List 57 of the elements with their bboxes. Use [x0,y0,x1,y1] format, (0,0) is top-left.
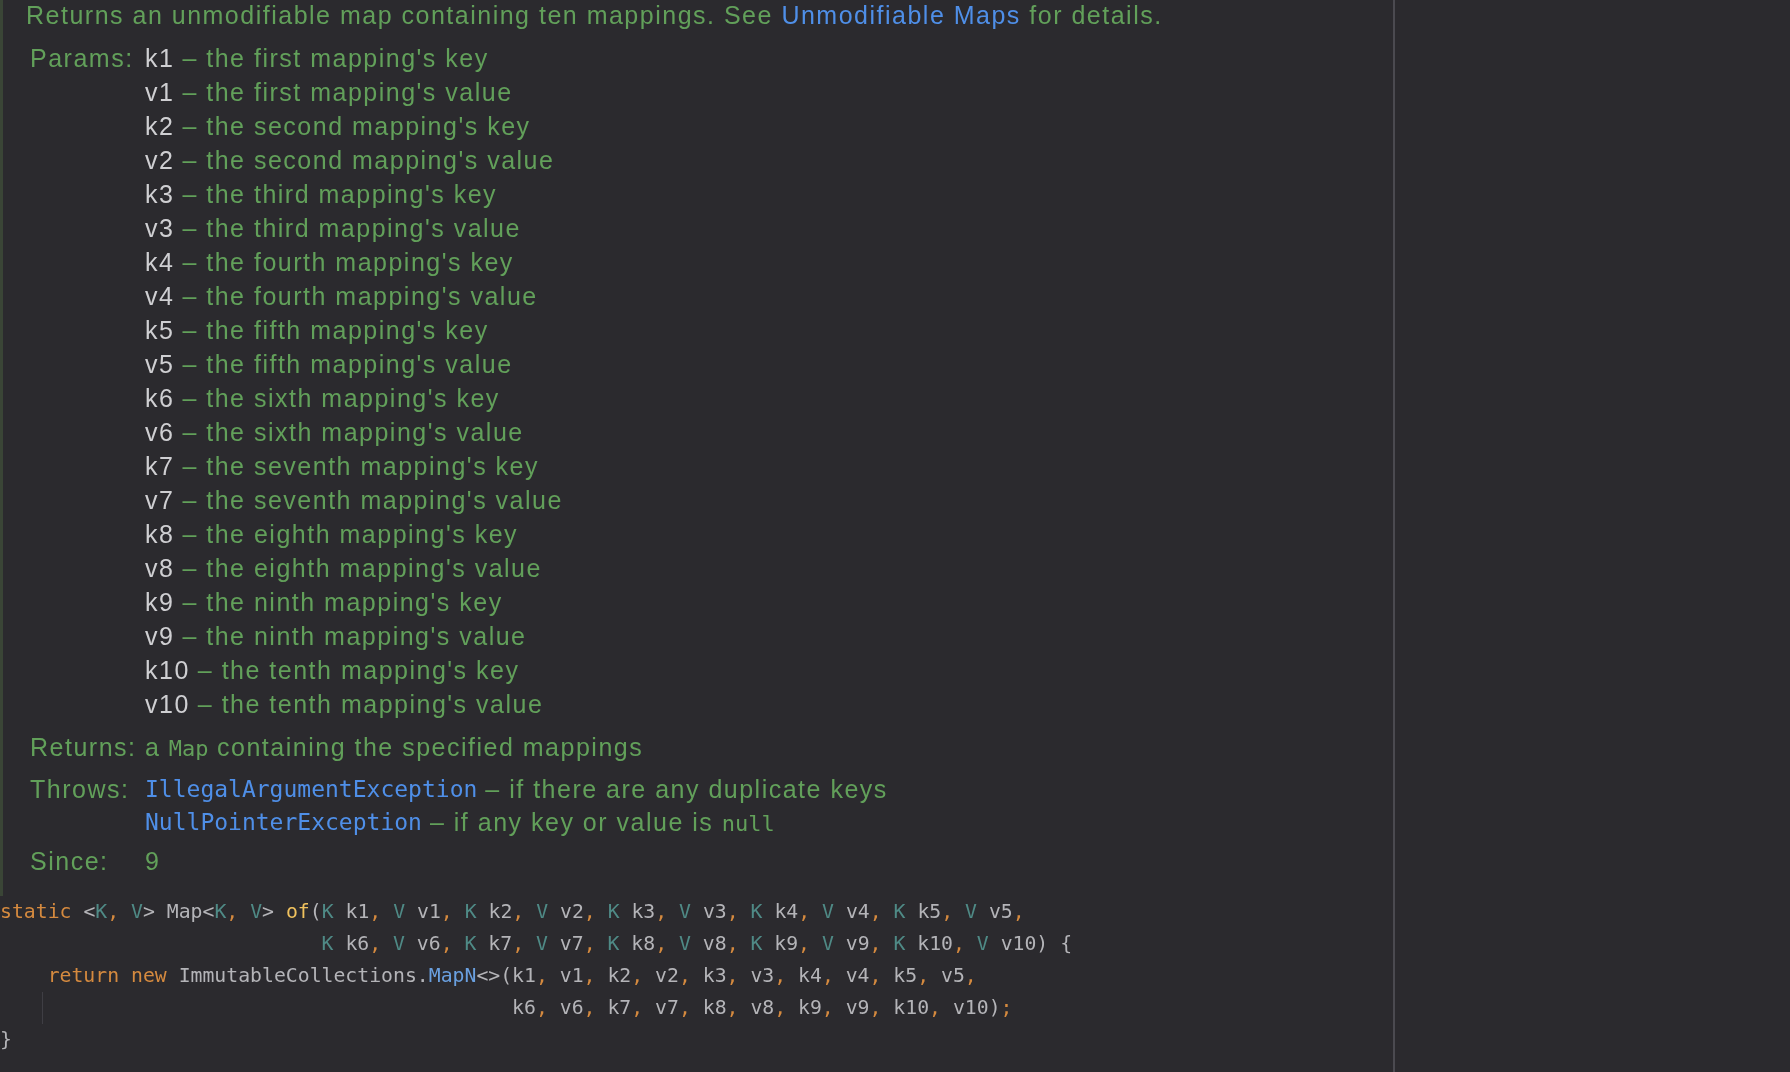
param-name: v6 [145,417,175,448]
returns-text: a Map containing the specified mappings [145,732,645,763]
param-description: – the seventh mapping's value [182,485,563,516]
param-name: k10 [145,655,190,686]
code-line: K k6, V v6, K k7, V v7, K k8, V v8, K k9, V v9, K k10, V v10) { [320,931,1074,957]
params-label: Params: [30,43,134,74]
param-name: v7 [145,485,175,516]
param-name: k6 [145,383,175,414]
param-description: – the eighth mapping's value [182,553,542,584]
param-name: k1 [145,43,175,74]
param-name: k5 [145,315,175,346]
param-name: v3 [145,213,175,244]
code-line: return new ImmutableCollections.MapN<>(k1, v1, k2, v2, k3, v3, k4, v4, k5, v5, [46,963,978,989]
param-description: – the second mapping's key [182,111,531,142]
param-name: v1 [145,77,175,108]
throws-label: Throws: [30,774,130,805]
param-description: – the eighth mapping's key [182,519,519,550]
exception-link[interactable]: NullPointerException [145,806,422,840]
param-name: v10 [145,689,190,720]
exception-description: – if there are any duplicate keys [485,774,888,805]
param-name: k2 [145,111,175,142]
param-name: k7 [145,451,175,482]
param-name: v8 [145,553,175,584]
param-name: k9 [145,587,175,618]
param-description: – the second mapping's value [182,145,555,176]
code-line: static <K, V> Map<K, V> of(K k1, V v1, K k2, V v2, K k3, V v3, K k4, V v4, K k5, V v5, [0,899,1026,925]
param-description: – the third mapping's key [182,179,498,210]
returns-label: Returns: [30,732,137,763]
unmodifiable-maps-link[interactable]: Unmodifiable Maps [781,1,1021,29]
param-description: – the first mapping's key [182,43,489,74]
param-description: – the first mapping's value [182,77,513,108]
param-name: k3 [145,179,175,210]
param-description: – the third mapping's value [182,213,521,244]
param-description: – the tenth mapping's value [197,689,544,720]
exception-description: – if any key or value is null [429,807,775,838]
param-description: – the sixth mapping's key [182,383,500,414]
param-description: – the ninth mapping's key [182,587,503,618]
param-name: v4 [145,281,175,312]
param-description: – the fifth mapping's key [182,315,489,346]
param-name: v5 [145,349,175,380]
since-value: 9 [145,846,162,877]
code-line: k6, v6, k7, v7, k8, v8, k9, v9, k10, v10); [0,992,1393,1024]
exception-link[interactable]: IllegalArgumentException [145,772,478,806]
param-name: k8 [145,519,175,550]
param-description: – the ninth mapping's value [182,621,527,652]
param-description: – the fourth mapping's value [182,281,538,312]
param-description: – the tenth mapping's key [197,655,520,686]
param-description: – the seventh mapping's key [182,451,539,482]
since-label: Since: [30,846,109,877]
code-line: } [0,1027,13,1053]
param-description: – the fifth mapping's value [182,349,513,380]
param-description: – the sixth mapping's value [182,417,524,448]
param-name: k4 [145,247,175,278]
param-description: – the fourth mapping's key [182,247,514,278]
description-text: Returns an unmodifiable map containing ten mappings. See Unmodifiable Maps for details. [26,0,1164,31]
param-name: v2 [145,145,175,176]
param-name: v9 [145,621,175,652]
